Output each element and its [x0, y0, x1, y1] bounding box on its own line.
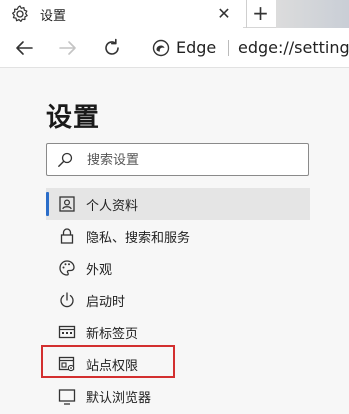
back-arrow-icon[interactable] [12, 36, 36, 60]
lock-icon [58, 227, 76, 245]
page-title: 设置 [46, 103, 101, 133]
search-box[interactable] [46, 143, 309, 176]
search-input[interactable] [87, 150, 297, 170]
nav-label: 个人资料 [86, 199, 139, 214]
refresh-icon[interactable] [100, 36, 124, 60]
nav-label: 默认浏览器 [86, 391, 152, 406]
tab-strip: 设置 ✕ + [0, 0, 349, 28]
nav-item-startup[interactable]: 启动时 [46, 284, 310, 316]
nav-item-appearance[interactable]: 外观 [46, 252, 310, 284]
edge-logo-icon [152, 39, 170, 57]
address-toolbar: Edge edge://settings [0, 28, 349, 68]
profile-icon [58, 195, 76, 213]
nav-item-new-tab-page[interactable]: 新标签页 [46, 316, 310, 348]
nav-item-privacy[interactable]: 隐私、搜索和服务 [46, 220, 310, 252]
palette-icon [58, 259, 76, 277]
settings-nav: 个人资料 隐私、搜索和服务 外观 启动时 新标签页 站点权限 默认浏览器 [46, 188, 310, 412]
nav-label: 隐私、搜索和服务 [86, 231, 191, 246]
address-url[interactable]: edge://settings [238, 38, 349, 57]
new-tab-page-icon [58, 323, 76, 341]
search-icon [57, 152, 73, 168]
highlight-annotation-box [41, 345, 175, 378]
address-divider [228, 40, 229, 56]
gear-icon [10, 4, 30, 24]
tab-settings[interactable]: 设置 ✕ [0, 0, 243, 28]
nav-item-profile[interactable]: 个人资料 [46, 188, 310, 220]
nav-label: 外观 [86, 263, 113, 278]
edge-brand-label: Edge [176, 38, 217, 57]
default-browser-icon [58, 387, 76, 405]
selected-indicator [46, 192, 49, 216]
new-tab-button[interactable]: + [246, 0, 274, 28]
forward-arrow-icon[interactable] [56, 36, 80, 60]
tab-title: 设置 [40, 9, 67, 24]
power-icon [58, 291, 76, 309]
nav-item-default-browser[interactable]: 默认浏览器 [46, 380, 310, 412]
close-icon[interactable]: ✕ [214, 4, 234, 24]
nav-label: 启动时 [86, 295, 126, 310]
blurred-tab-area [276, 0, 349, 28]
nav-label: 新标签页 [86, 327, 139, 342]
address-bar[interactable]: Edge edge://settings [142, 32, 349, 64]
